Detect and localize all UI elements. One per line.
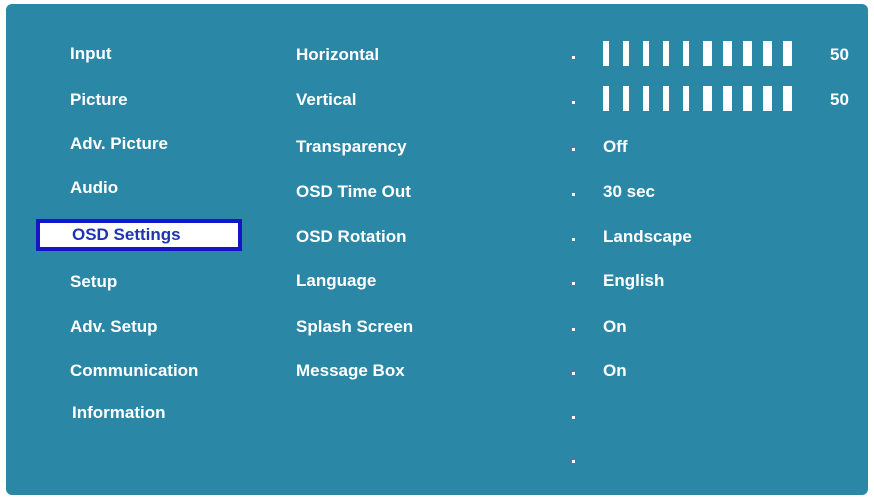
- setting-label-osd-time-out[interactable]: OSD Time Out: [296, 182, 411, 202]
- bar-segment: [683, 86, 689, 111]
- menu-item-audio[interactable]: Audio: [70, 178, 118, 198]
- setting-label-transparency[interactable]: Transparency: [296, 137, 407, 157]
- osd-time-out-value[interactable]: 30 sec: [603, 182, 655, 202]
- bar-segment: [643, 41, 649, 66]
- osd-screen: Input Picture Adv. Picture Audio OSD Set…: [6, 4, 868, 495]
- separator-dot: [572, 148, 575, 151]
- horizontal-value: 50: [830, 45, 849, 64]
- setting-label-horizontal[interactable]: Horizontal: [296, 45, 379, 65]
- bar-segment: [763, 86, 772, 111]
- bar-segment: [703, 86, 712, 111]
- separator-dot: [572, 56, 575, 59]
- setting-label-vertical[interactable]: Vertical: [296, 90, 357, 110]
- setting-label-osd-rotation[interactable]: OSD Rotation: [296, 227, 407, 247]
- menu-item-setup[interactable]: Setup: [70, 272, 117, 292]
- horizontal-level-bar[interactable]: [603, 41, 803, 66]
- menu-item-osd-settings[interactable]: OSD Settings: [36, 219, 242, 251]
- bar-segment: [783, 41, 792, 66]
- bar-segment: [723, 41, 732, 66]
- splash-screen-value[interactable]: On: [603, 317, 627, 337]
- separator-dot: [572, 372, 575, 375]
- menu-item-communication[interactable]: Communication: [70, 361, 198, 381]
- bar-segment: [663, 41, 669, 66]
- message-box-value[interactable]: On: [603, 361, 627, 381]
- separator-dot: [572, 282, 575, 285]
- menu-item-information[interactable]: Information: [72, 403, 166, 423]
- menu-item-picture[interactable]: Picture: [70, 90, 128, 110]
- menu-item-adv-setup[interactable]: Adv. Setup: [70, 317, 158, 337]
- separator-dot: [572, 193, 575, 196]
- bar-segment: [683, 41, 689, 66]
- menu-item-input[interactable]: Input: [70, 44, 112, 64]
- bar-segment: [763, 41, 772, 66]
- setting-label-splash-screen[interactable]: Splash Screen: [296, 317, 413, 337]
- separator-dot: [572, 101, 575, 104]
- bar-segment: [623, 41, 629, 66]
- separator-dot: [572, 328, 575, 331]
- vertical-level-bar[interactable]: [603, 86, 803, 111]
- bar-segment: [663, 86, 669, 111]
- separator-dot: [572, 460, 575, 463]
- bar-segment: [723, 86, 732, 111]
- separator-dot: [572, 416, 575, 419]
- bar-segment: [783, 86, 792, 111]
- bar-segment: [603, 41, 609, 66]
- separator-dot: [572, 238, 575, 241]
- bar-segment: [743, 41, 752, 66]
- setting-label-message-box[interactable]: Message Box: [296, 361, 405, 381]
- bar-segment: [703, 41, 712, 66]
- bar-segment: [643, 86, 649, 111]
- menu-item-adv-picture[interactable]: Adv. Picture: [70, 134, 168, 154]
- osd-rotation-value[interactable]: Landscape: [603, 227, 692, 247]
- language-value[interactable]: English: [603, 271, 664, 291]
- bar-segment: [603, 86, 609, 111]
- transparency-value[interactable]: Off: [603, 137, 628, 157]
- setting-label-language[interactable]: Language: [296, 271, 376, 291]
- vertical-value: 50: [830, 90, 849, 109]
- bar-segment: [743, 86, 752, 111]
- bar-segment: [623, 86, 629, 111]
